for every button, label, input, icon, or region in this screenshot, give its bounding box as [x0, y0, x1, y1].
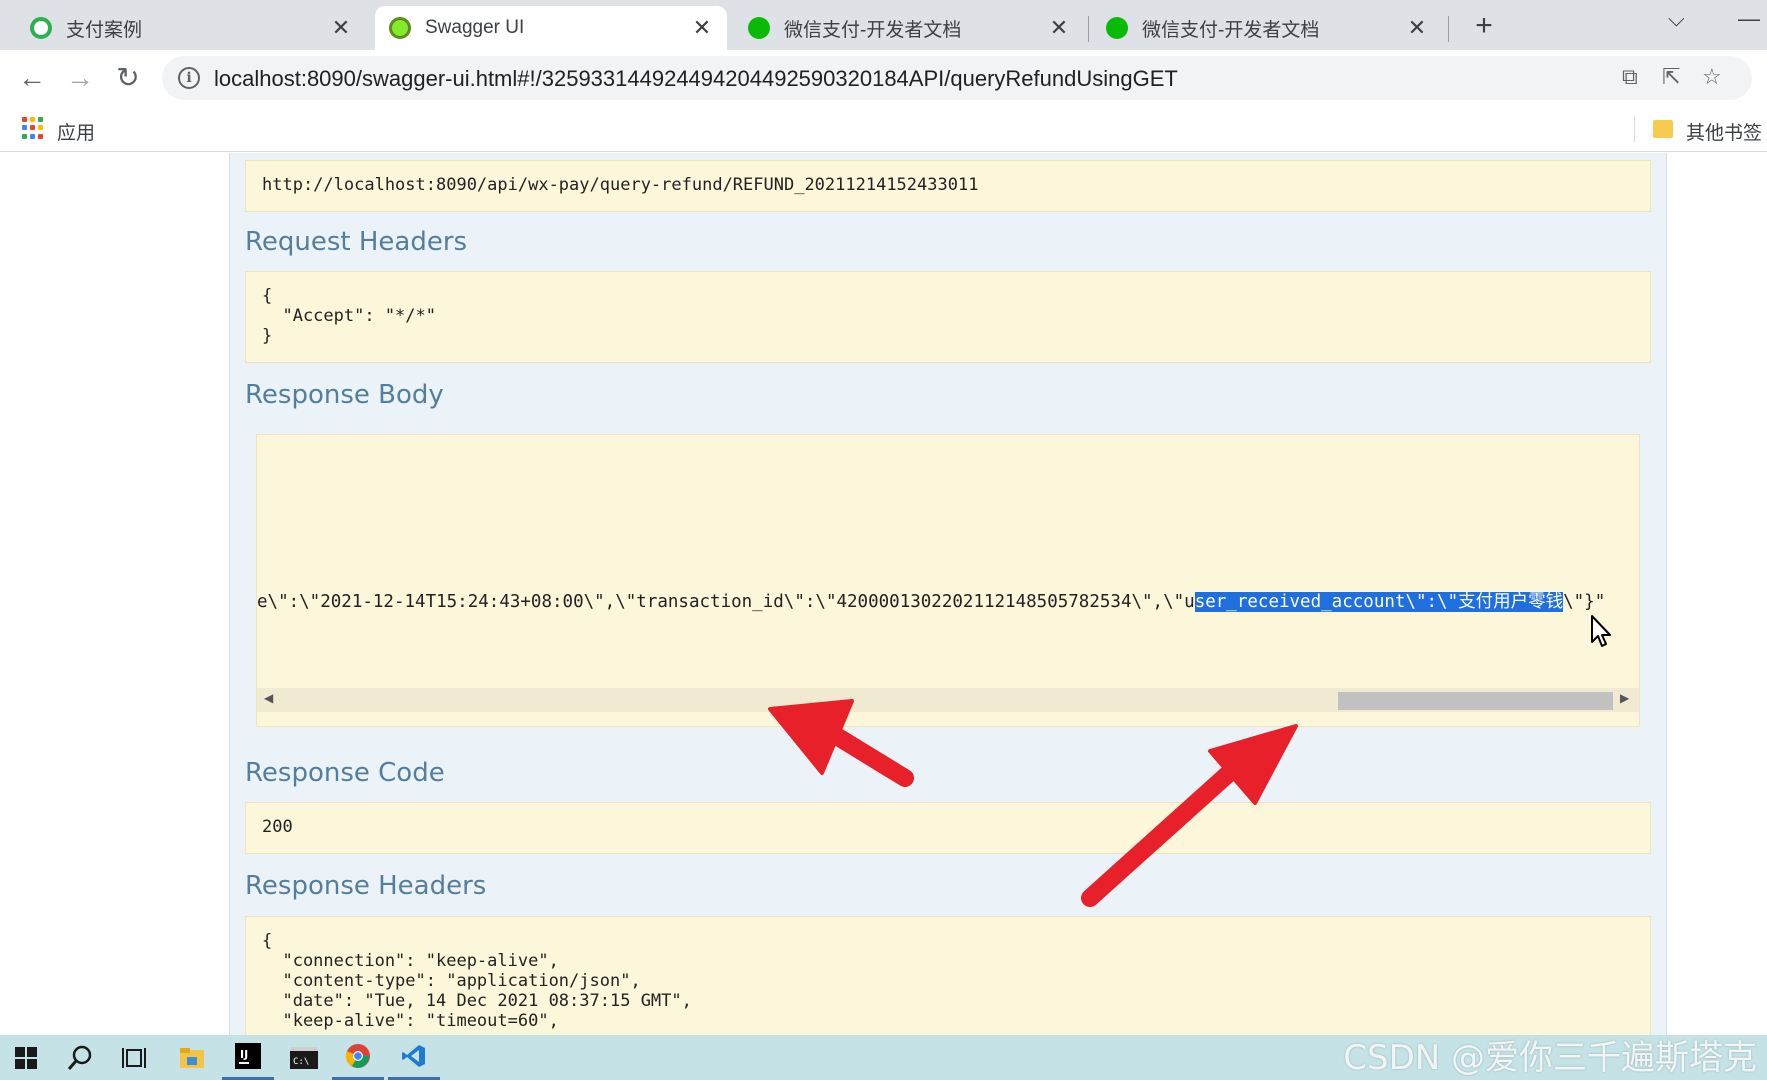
tab-wechat-pay-docs-2[interactable]: 微信支付-开发者文档 ✕: [1092, 6, 1442, 50]
tab-strip: 支付案例 ✕ Swagger UI ✕ 微信支付-开发者文档 ✕ 微信支付-开发…: [0, 0, 1767, 50]
bookmarks-bar: 应用 其他书签: [0, 106, 1767, 152]
file-explorer-icon[interactable]: [166, 1035, 218, 1080]
svg-text:C:\: C:\: [293, 1057, 309, 1067]
tab-wechat-pay-docs[interactable]: 微信支付-开发者文档 ✕: [734, 6, 1084, 50]
bookmark-star-icon[interactable]: ☆: [1702, 64, 1722, 90]
tab-swagger-ui[interactable]: Swagger UI ✕: [375, 6, 727, 50]
green-g-logo-icon: [30, 17, 52, 39]
svg-text:IJ: IJ: [240, 1048, 248, 1061]
annotation-arrow-left: [768, 699, 914, 787]
info-icon[interactable]: i: [178, 67, 200, 89]
task-view-icon[interactable]: [108, 1035, 160, 1080]
translate-icon[interactable]: ⧉: [1622, 64, 1638, 90]
windows-start-icon[interactable]: [0, 1035, 52, 1080]
back-arrow-icon[interactable]: ←: [12, 58, 52, 98]
tab-search-chevron-icon[interactable]: ⌵: [1668, 6, 1685, 32]
tab-separator: [1088, 16, 1089, 42]
wechat-pay-icon: [748, 17, 770, 39]
tab-separator: [1448, 16, 1449, 42]
close-icon[interactable]: ✕: [330, 15, 352, 41]
close-icon[interactable]: ✕: [1048, 15, 1070, 41]
new-tab-button[interactable]: +: [1466, 9, 1502, 43]
intellij-idea-icon[interactable]: IJ: [222, 1035, 274, 1080]
page-content: http://localhost:8090/api/wx-pay/query-r…: [0, 153, 1767, 1035]
mouse-pointer-icon: [1591, 615, 1611, 647]
wechat-pay-icon: [1106, 17, 1128, 39]
annotation-arrows: [768, 699, 1298, 907]
other-bookmarks[interactable]: 其他书签: [1686, 118, 1762, 145]
url-text[interactable]: localhost:8090/swagger-ui.html#!/3259331…: [214, 66, 1178, 92]
folder-icon: [1653, 120, 1673, 138]
minimize-icon[interactable]: —: [1738, 6, 1760, 32]
close-icon[interactable]: ✕: [691, 15, 713, 41]
share-icon[interactable]: ⇱: [1662, 64, 1680, 90]
csdn-watermark: CSDN @爱你三千遍斯塔克: [1343, 1038, 1757, 1078]
tab-payment-case[interactable]: 支付案例 ✕: [16, 6, 366, 50]
vscode-icon[interactable]: [388, 1035, 440, 1080]
close-icon[interactable]: ✕: [1406, 15, 1428, 41]
tab-title: 支付案例: [66, 19, 143, 41]
apps-grid-icon[interactable]: [22, 117, 44, 139]
forward-arrow-icon[interactable]: →: [60, 58, 100, 98]
tab-title: 微信支付-开发者文档: [1142, 19, 1320, 41]
command-prompt-icon[interactable]: C:\: [278, 1035, 330, 1080]
address-bar[interactable]: i localhost:8090/swagger-ui.html#!/32593…: [162, 56, 1752, 100]
chrome-icon[interactable]: [332, 1035, 384, 1080]
annotation-arrow-right: [1081, 724, 1298, 907]
tab-title: Swagger UI: [425, 17, 525, 38]
apps-bookmark[interactable]: 应用: [57, 118, 95, 145]
browser-toolbar: ← → ↻ i localhost:8090/swagger-ui.html#!…: [0, 50, 1767, 106]
bookmark-separator: [1634, 116, 1635, 142]
swagger-icon: [389, 17, 411, 39]
search-icon[interactable]: [54, 1035, 106, 1080]
reload-icon[interactable]: ↻: [108, 58, 148, 98]
tab-title: 微信支付-开发者文档: [784, 19, 962, 41]
